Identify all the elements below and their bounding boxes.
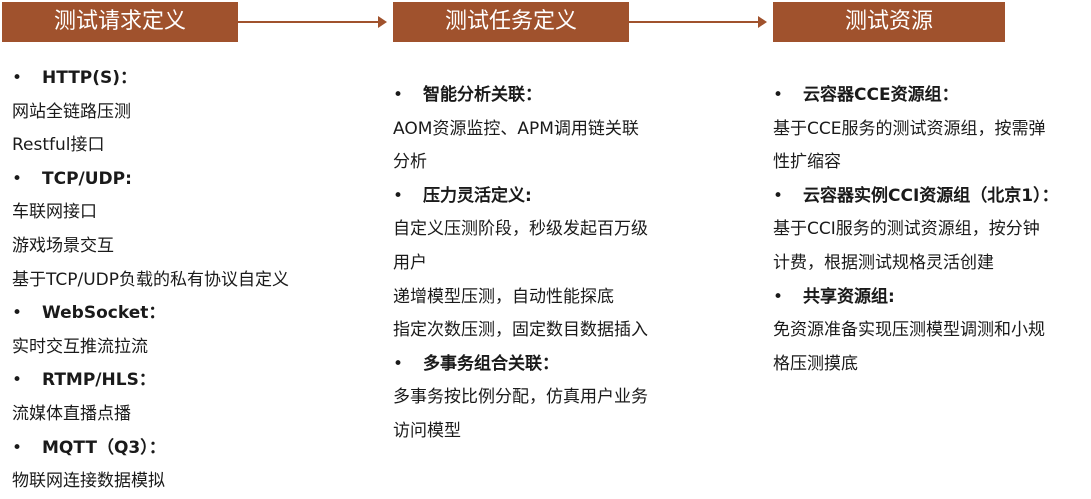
- bullet-dot-icon: •: [773, 185, 784, 206]
- bullet-heading: • WebSocket：: [12, 297, 372, 331]
- bullet-heading-text: WebSocket：: [42, 303, 166, 324]
- header-test-resources: 测试资源: [773, 2, 1005, 42]
- description-line: Restful接口: [12, 129, 372, 163]
- bullet-dot-icon: •: [12, 303, 23, 324]
- description-line: 物联网连接数据模拟: [12, 465, 372, 499]
- column-test-resources: • 云容器CCE资源组： 基于CCE服务的测试资源组，按需弹 性扩缩容 • 云容器实例CC…: [773, 79, 1091, 381]
- description-text: 访问模型: [393, 420, 461, 441]
- description-text: 网站全链路压测: [12, 101, 131, 122]
- bullet-dot-icon: •: [12, 370, 23, 391]
- description-line: 游戏场景交互: [12, 230, 372, 264]
- bullet-heading-text: 云容器CCE资源组：: [803, 85, 959, 105]
- description-text: 车联网接口: [12, 202, 97, 223]
- bullet-dot-icon: •: [773, 85, 784, 105]
- column-task-definition: • 智能分析关联： AOM资源监控、APM调用链关联 分析 • 压力灵活定义: 自定义压测阶…: [393, 79, 753, 449]
- header-request-definition: 测试请求定义: [2, 2, 238, 42]
- description-text: 指定次数压测，固定数目数据插入: [393, 320, 648, 341]
- description-line: 基于TCP/UDP负载的私有协议自定义: [12, 264, 372, 298]
- bullet-heading-text: 智能分析关联：: [423, 85, 542, 105]
- bullet-heading: • 多事务组合关联：: [393, 348, 753, 382]
- bullet-heading: • TCP/UDP:: [12, 163, 372, 197]
- description-line: 免资源准备实现压测模型调测和小规: [773, 314, 1091, 348]
- description-text: 多事务按比例分配，仿真用户业务: [393, 387, 648, 408]
- description-text: 基于TCP/UDP负载的私有协议自定义: [12, 269, 290, 290]
- bullet-heading-text: HTTP(S)：: [42, 68, 138, 88]
- description-line: 流媒体直播点播: [12, 398, 372, 432]
- description-line: 基于CCI服务的测试资源组，按分钟: [773, 213, 1091, 247]
- bullet-dot-icon: •: [12, 437, 23, 458]
- description-line: 性扩缩容: [773, 146, 1091, 180]
- description-line: 指定次数压测，固定数目数据插入: [393, 314, 753, 348]
- header-task-definition: 测试任务定义: [393, 2, 629, 42]
- description-text: Restful接口: [12, 135, 105, 156]
- description-line: 多事务按比例分配，仿真用户业务: [393, 381, 753, 415]
- bullet-heading-text: 多事务组合关联：: [423, 353, 559, 374]
- bullet-heading-text: 压力灵活定义:: [423, 185, 532, 206]
- bullet-heading: • HTTP(S)：: [12, 62, 372, 96]
- description-text: 流媒体直播点播: [12, 403, 131, 424]
- bullet-heading-text: 共享资源组:: [803, 286, 895, 307]
- description-text: 物联网连接数据模拟: [12, 471, 165, 492]
- bullet-dot-icon: •: [393, 353, 404, 374]
- description-line: 基于CCE服务的测试资源组，按需弹: [773, 113, 1091, 147]
- description-text: 分析: [393, 152, 427, 173]
- description-line: 分析: [393, 146, 753, 180]
- description-line: 递增模型压测，自动性能探底: [393, 281, 753, 315]
- bullet-heading: • 云容器CCE资源组：: [773, 79, 1091, 113]
- description-text: 用户: [393, 252, 427, 273]
- description-text: 自定义压测阶段，秒级发起百万级: [393, 219, 648, 240]
- bullet-heading: • 压力灵活定义:: [393, 180, 753, 214]
- description-text: AOM资源监控、APM调用链关联: [393, 118, 639, 139]
- bullet-dot-icon: •: [393, 185, 404, 206]
- flow-arrow-2: [629, 16, 767, 28]
- description-text: 基于CCE服务的测试资源组，按需弹: [773, 118, 1046, 139]
- bullet-heading: • 智能分析关联：: [393, 79, 753, 113]
- description-line: AOM资源监控、APM调用链关联: [393, 113, 753, 147]
- bullet-heading-text: MQTT（Q3）：: [42, 437, 166, 458]
- description-text: 基于CCI服务的测试资源组，按分钟: [773, 219, 1040, 240]
- bullet-heading-text: TCP/UDP:: [42, 168, 132, 189]
- column-request-definition: • HTTP(S)： 网站全链路压测 Restful接口 • TCP/UDP: 车联网接口游…: [12, 62, 372, 499]
- bullet-heading: • 云容器实例CCI资源组（北京1）：: [773, 180, 1091, 214]
- description-text: 游戏场景交互: [12, 235, 114, 256]
- description-text: 性扩缩容: [773, 152, 841, 173]
- description-line: 访问模型: [393, 415, 753, 449]
- description-text: 免资源准备实现压测模型调测和小规: [773, 320, 1045, 341]
- description-line: 格压测摸底: [773, 348, 1091, 382]
- description-line: 网站全链路压测: [12, 96, 372, 130]
- description-line: 计费，根据测试规格灵活创建: [773, 247, 1091, 281]
- description-line: 用户: [393, 247, 753, 281]
- description-line: 车联网接口: [12, 196, 372, 230]
- bullet-dot-icon: •: [12, 68, 23, 88]
- bullet-dot-icon: •: [393, 85, 404, 105]
- flow-arrow-1: [238, 16, 387, 28]
- bullet-heading-text: RTMP/HLS：: [42, 370, 156, 391]
- description-text: 递增模型压测，自动性能探底: [393, 286, 614, 307]
- bullet-heading-text: 云容器实例CCI资源组（北京1）：: [803, 185, 1059, 206]
- bullet-heading: • 共享资源组:: [773, 281, 1091, 315]
- description-text: 格压测摸底: [773, 353, 858, 374]
- bullet-heading: • MQTT（Q3）：: [12, 432, 372, 466]
- description-line: 实时交互推流拉流: [12, 331, 372, 365]
- bullet-dot-icon: •: [773, 286, 784, 307]
- description-line: 自定义压测阶段，秒级发起百万级: [393, 213, 753, 247]
- description-text: 计费，根据测试规格灵活创建: [773, 252, 994, 273]
- bullet-heading: • RTMP/HLS：: [12, 364, 372, 398]
- description-text: 实时交互推流拉流: [12, 336, 148, 357]
- bullet-dot-icon: •: [12, 168, 23, 189]
